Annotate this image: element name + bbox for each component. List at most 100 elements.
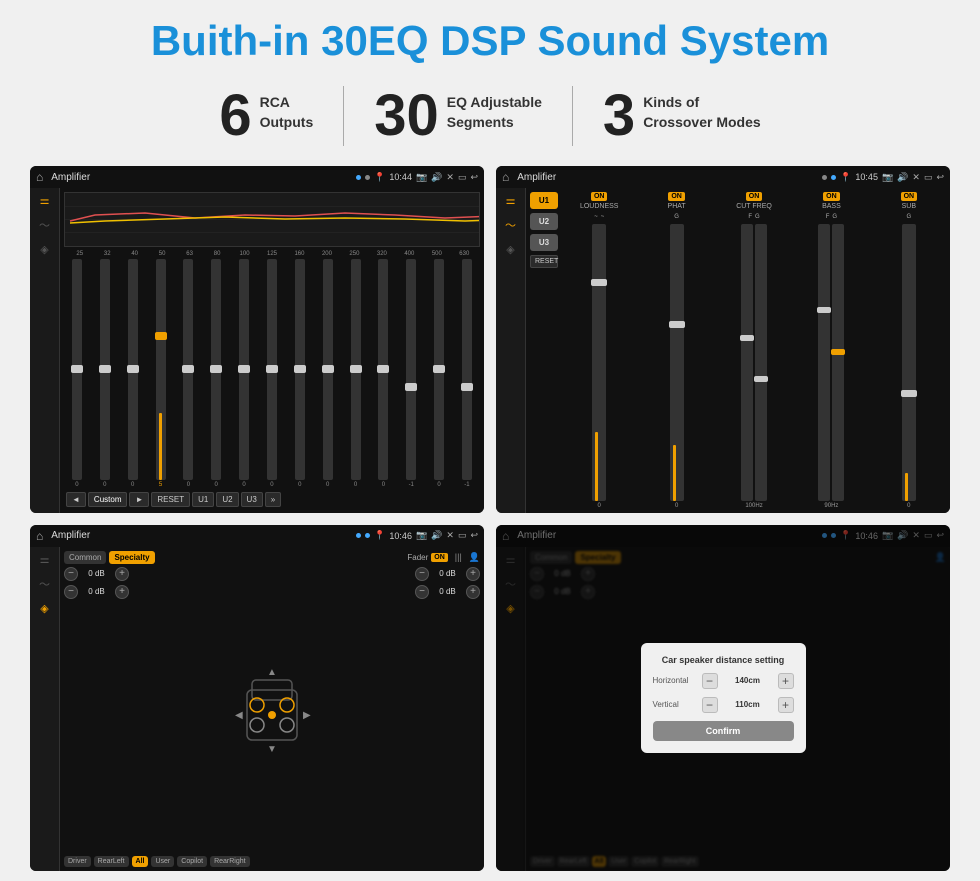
crossover-title: Amplifier (517, 172, 818, 183)
cutfreq-slider2[interactable] (755, 224, 767, 500)
fader-plus-4[interactable]: + (466, 585, 480, 599)
crossover-back-icon[interactable]: ↩ (936, 172, 944, 183)
crossover-eq-icon[interactable]: ⚌ (506, 194, 516, 207)
fader-copilot-btn[interactable]: Copilot (177, 856, 207, 867)
fader-plus-1[interactable]: + (115, 567, 129, 581)
bass-slider1[interactable] (818, 224, 830, 500)
eq-slider-9[interactable]: 0 (315, 259, 341, 487)
loudness-on-badge[interactable]: ON (591, 192, 608, 201)
eq-slider-12[interactable]: -1 (398, 259, 424, 487)
fader-rearleft-btn[interactable]: RearLeft (94, 856, 129, 867)
eq-slider-2[interactable]: 0 (120, 259, 146, 487)
crossover-status-bar: ⌂ Amplifier 📍 10:45 📷 🔊 ✕ ▭ ↩ (496, 166, 950, 188)
horizontal-plus-btn[interactable]: + (778, 673, 794, 689)
horizontal-minus-btn[interactable]: − (702, 673, 718, 689)
feature-text-eq: EQ Adjustable Segments (447, 87, 542, 132)
phat-slider[interactable] (670, 224, 684, 500)
crossover-u1-btn[interactable]: U1 (530, 192, 558, 209)
eq-reset-btn[interactable]: RESET (151, 492, 190, 507)
vertical-value: 110cm (722, 700, 774, 709)
eq-slider-5[interactable]: 0 (203, 259, 229, 487)
feature-number-crossover: 3 (603, 87, 635, 145)
cutfreq-slider1[interactable] (741, 224, 753, 500)
fader-minus-3[interactable]: − (415, 567, 429, 581)
crossover-u3-btn[interactable]: U3 (530, 234, 558, 251)
svg-text:▲: ▲ (267, 667, 277, 678)
eq-slider-11[interactable]: 0 (370, 259, 396, 487)
eq-slider-4[interactable]: 0 (175, 259, 201, 487)
fader-wave-icon[interactable]: 〜 (39, 576, 50, 592)
fader-common-tab[interactable]: Common (64, 551, 106, 564)
eq-next-btn[interactable]: ► (129, 492, 149, 507)
fader-minus-1[interactable]: − (64, 567, 78, 581)
crossover-home-icon[interactable]: ⌂ (502, 170, 509, 184)
fader-plus-2[interactable]: + (115, 585, 129, 599)
eq-slider-1[interactable]: 0 (92, 259, 118, 487)
phat-on-badge[interactable]: ON (668, 192, 685, 201)
eq-slider-13[interactable]: 0 (426, 259, 452, 487)
screen-fader: ⌂ Amplifier 📍 10:46 📷 🔊 ✕ ▭ ↩ ⚌ 〜 ◈ (30, 525, 484, 871)
cutfreq-on-badge[interactable]: ON (746, 192, 763, 201)
eq-home-icon[interactable]: ⌂ (36, 170, 43, 184)
channel-phat: ON PHAT G 0 (639, 192, 713, 508)
vertical-plus-btn[interactable]: + (778, 697, 794, 713)
fader-minus-4[interactable]: − (415, 585, 429, 599)
fader-driver-btn[interactable]: Driver (64, 856, 91, 867)
vertical-minus-btn[interactable]: − (702, 697, 718, 713)
fader-db-val-1: 0 dB (80, 569, 113, 578)
crossover-rect-icon: ▭ (924, 172, 933, 183)
fader-back-icon[interactable]: ↩ (470, 530, 478, 541)
eq-slider-8[interactable]: 0 (287, 259, 313, 487)
eq-slider-3[interactable]: 5 (148, 259, 174, 487)
bass-on-badge[interactable]: ON (823, 192, 840, 201)
fader-on-badge[interactable]: ON (431, 553, 448, 562)
sub-slider[interactable] (902, 224, 916, 500)
cutfreq-name: CUT FREQ (736, 203, 772, 210)
bass-slider2[interactable] (832, 224, 844, 500)
eq-slider-14[interactable]: -1 (454, 259, 480, 487)
fader-speaker-icon[interactable]: ◈ (40, 602, 48, 615)
fader-all-btn[interactable]: All (132, 856, 149, 867)
crossover-wave-icon[interactable]: 〜 (505, 217, 516, 233)
eq-slider-10[interactable]: 0 (343, 259, 369, 487)
crossover-speaker-icon[interactable]: ◈ (506, 243, 514, 256)
crossover-location-icon: 📍 (840, 172, 851, 183)
crossover-main: U1 U2 U3 RESET ON LOUDNESS ~~ (526, 188, 950, 512)
eq-prev-btn[interactable]: ◄ (66, 492, 86, 507)
crossover-channels: ON LOUDNESS ~~ 0 (562, 192, 946, 508)
eq-expand-btn[interactable]: » (265, 492, 281, 507)
eq-slider-0[interactable]: 0 (64, 259, 90, 487)
sidebar-speaker-icon[interactable]: ◈ (40, 243, 48, 256)
fader-specialty-tab[interactable]: Specialty (109, 551, 154, 564)
fader-home-icon[interactable]: ⌂ (36, 529, 43, 543)
fader-minus-2[interactable]: − (64, 585, 78, 599)
eq-slider-7[interactable]: 0 (259, 259, 285, 487)
fader-rearright-btn[interactable]: RearRight (210, 856, 250, 867)
eq-u3-btn[interactable]: U3 (241, 492, 263, 507)
confirm-button[interactable]: Confirm (653, 721, 794, 741)
eq-dot-1 (356, 175, 361, 180)
fader-db-row-3: − 0 dB + (415, 567, 480, 581)
eq-u2-btn[interactable]: U2 (216, 492, 238, 507)
fader-db-val-3: 0 dB (431, 569, 464, 578)
fader-plus-3[interactable]: + (466, 567, 480, 581)
eq-bottom-controls: ◄ Custom ► RESET U1 U2 U3 » (64, 490, 480, 509)
eq-main-area: 25 32 40 50 63 80 100 125 160 200 250 32… (60, 188, 484, 512)
eq-custom-btn[interactable]: Custom (88, 492, 128, 507)
eq-u1-btn[interactable]: U1 (192, 492, 214, 507)
loudness-slider[interactable] (592, 224, 606, 500)
eq-rect-icon: ▭ (458, 172, 467, 183)
fader-eq-icon[interactable]: ⚌ (40, 553, 50, 566)
crossover-reset-btn[interactable]: RESET (530, 255, 558, 268)
feature-text-rca: RCA Outputs (260, 87, 314, 132)
eq-slider-6[interactable]: 0 (231, 259, 257, 487)
crossover-u2-btn[interactable]: U2 (530, 213, 558, 230)
fader-user-btn[interactable]: User (151, 856, 174, 867)
crossover-time: 10:45 (855, 172, 878, 182)
sidebar-wave-icon[interactable]: 〜 (39, 217, 50, 233)
sub-on-badge[interactable]: ON (901, 192, 918, 201)
eq-dot-2 (365, 175, 370, 180)
sidebar-eq-icon[interactable]: ⚌ (40, 194, 50, 207)
fader-left-controls: − 0 dB + − 0 dB + (64, 567, 129, 853)
eq-back-icon[interactable]: ↩ (470, 172, 478, 183)
